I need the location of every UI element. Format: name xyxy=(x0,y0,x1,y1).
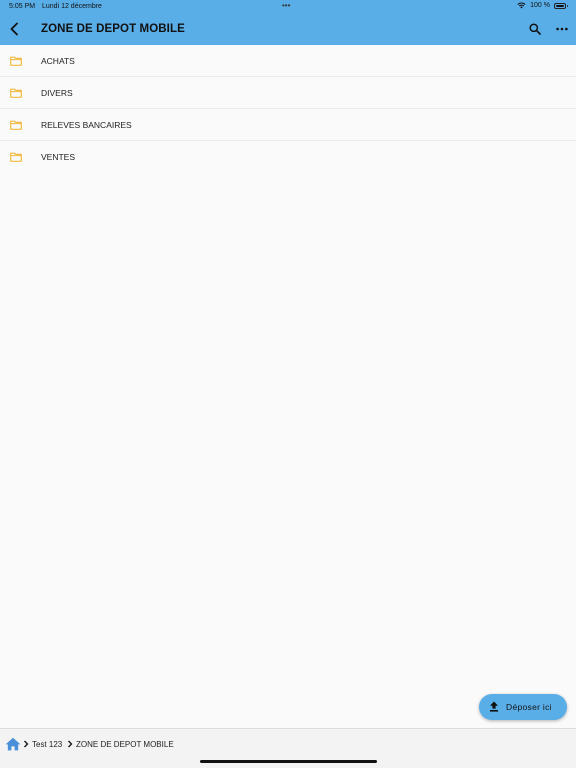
search-button[interactable] xyxy=(527,21,543,37)
folder-icon xyxy=(10,120,22,130)
app-header: 5:05 PM Lundi 12 décembre ••• 100 % ZONE… xyxy=(0,0,576,45)
status-right: 100 % xyxy=(517,2,568,9)
wifi-icon xyxy=(517,2,526,9)
upload-icon xyxy=(490,701,498,712)
status-bar: 5:05 PM Lundi 12 décembre ••• 100 % xyxy=(0,0,576,13)
folder-label: ACHATS xyxy=(41,56,75,66)
battery-icon xyxy=(554,2,568,9)
back-button[interactable] xyxy=(6,20,22,38)
folder-row-releves-bancaires[interactable]: RELEVES BANCAIRES xyxy=(0,109,576,141)
chevron-right-icon xyxy=(24,740,29,748)
deposit-here-label: Déposer ici xyxy=(506,702,552,712)
folder-icon xyxy=(10,88,22,98)
more-options-button[interactable] xyxy=(554,21,570,37)
chevron-left-icon xyxy=(10,22,18,36)
breadcrumb-item-test-123[interactable]: Test 123 xyxy=(32,740,62,749)
home-indicator[interactable] xyxy=(200,760,377,763)
folder-row-divers[interactable]: DIVERS xyxy=(0,77,576,109)
deposit-here-button[interactable]: Déposer ici xyxy=(479,694,567,720)
folder-icon xyxy=(10,152,22,162)
folder-row-achats[interactable]: ACHATS xyxy=(0,45,576,77)
folder-label: VENTES xyxy=(41,152,76,162)
folder-label: RELEVES BANCAIRES xyxy=(41,120,132,130)
home-icon[interactable] xyxy=(5,737,21,751)
multitasking-dots[interactable]: ••• xyxy=(282,1,290,10)
ellipsis-icon xyxy=(556,27,568,31)
folder-row-ventes[interactable]: VENTES xyxy=(0,141,576,172)
breadcrumb-item-current: ZONE DE DEPOT MOBILE xyxy=(76,740,174,749)
search-icon xyxy=(529,23,541,35)
status-date: Lundi 12 décembre xyxy=(42,3,102,10)
chevron-right-icon xyxy=(68,740,73,748)
battery-percent: 100 % xyxy=(530,2,550,9)
status-time: 5:05 PM xyxy=(9,3,36,10)
folder-icon xyxy=(10,56,22,66)
app-screen: 5:05 PM Lundi 12 décembre ••• 100 % ZONE… xyxy=(0,0,576,768)
folder-label: DIVERS xyxy=(41,88,73,98)
folder-list: ACHATS DIVERS RELEVES BANCAIRES VENTES xyxy=(0,45,576,172)
page-title: ZONE DE DEPOT MOBILE xyxy=(41,23,185,35)
